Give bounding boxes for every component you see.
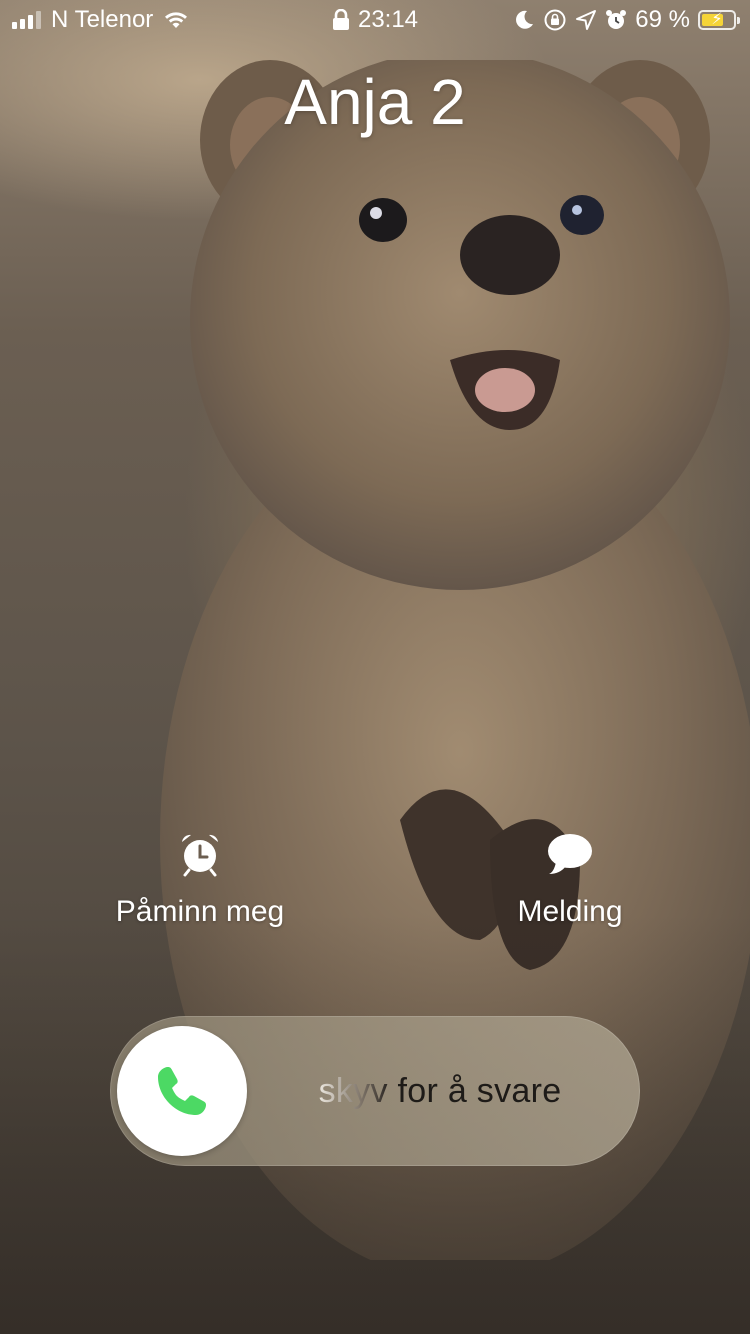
message-button[interactable]: Melding (470, 830, 670, 930)
remind-me-button[interactable]: Påminn meg (100, 830, 300, 930)
battery-percent: 69 % (635, 6, 690, 33)
speech-bubble-icon (548, 834, 592, 874)
status-right: 69 % ⚡ (513, 6, 740, 34)
remind-me-label: Påminn meg (115, 895, 285, 928)
message-label: Melding (517, 895, 623, 928)
battery-icon: ⚡ (698, 10, 740, 30)
answer-knob[interactable] (117, 1026, 247, 1156)
alarm-clock-icon (182, 834, 218, 877)
incoming-call-screen: N Telenor 23:14 69 % ⚡ Anja 2 Påminn meg… (0, 0, 750, 1334)
do-not-disturb-moon-icon (516, 10, 534, 29)
alarm-icon (606, 10, 627, 29)
slide-to-answer-label: skyv for å svare (318, 1071, 562, 1110)
slide-to-answer-slider[interactable]: skyv for å svare (110, 1016, 640, 1166)
phone-icon (158, 1067, 206, 1115)
clock-time: 23:14 (357, 6, 419, 33)
lock-icon (332, 9, 349, 30)
status-bar: N Telenor 23:14 69 % ⚡ (0, 0, 750, 40)
rotation-lock-icon (544, 9, 566, 31)
location-arrow-icon (576, 10, 597, 30)
slide-to-answer-text-wrap: skyv for å svare (260, 1016, 620, 1166)
charging-bolt-icon: ⚡ (711, 11, 723, 28)
caller-name: Anja 2 (284, 66, 466, 138)
